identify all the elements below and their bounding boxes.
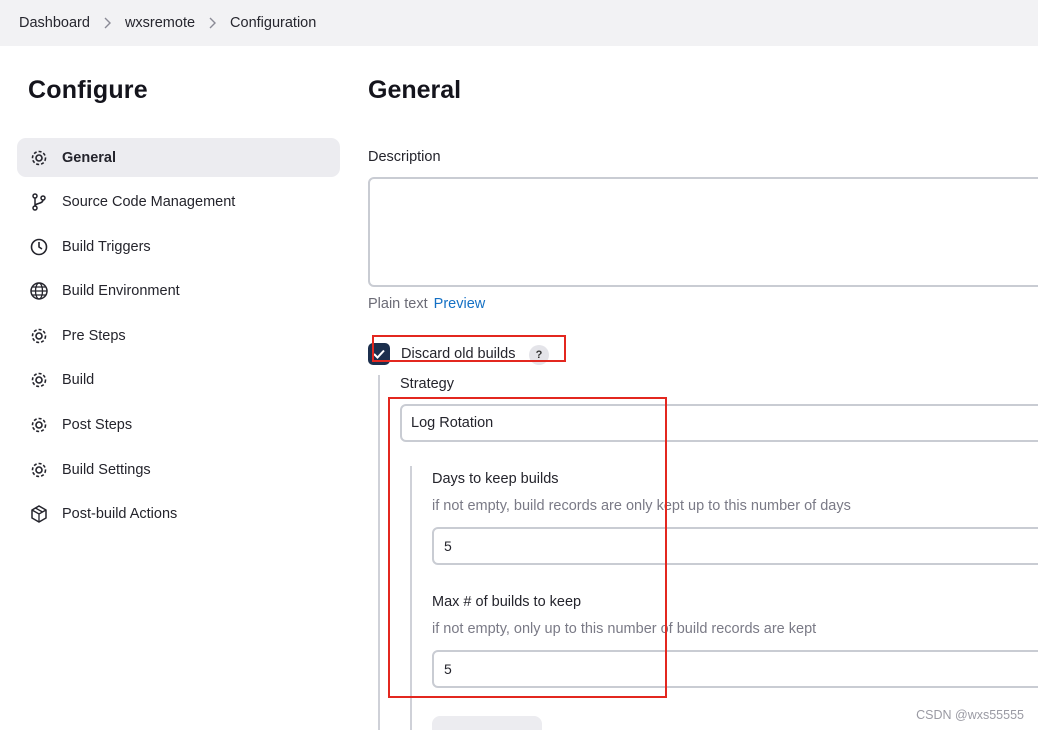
sidebar-item-label: Build Environment: [62, 283, 180, 300]
sidebar-item-label: Post Steps: [62, 417, 133, 434]
section-indent-line: [378, 375, 380, 730]
branch-icon: [29, 192, 49, 212]
gear-icon: [29, 370, 49, 390]
sidebar-item-build[interactable]: Build: [17, 361, 340, 400]
sidebar-item-build-triggers[interactable]: Build Triggers: [17, 227, 340, 266]
strategy-label: Strategy: [400, 376, 454, 392]
chevron-right-icon: [103, 17, 112, 29]
package-icon: [29, 504, 49, 524]
preview-link[interactable]: Preview: [434, 296, 486, 312]
sidebar-item-label: Build Triggers: [62, 238, 151, 255]
plain-text-label: Plain text: [368, 296, 428, 312]
sidebar-item-label: Build: [62, 372, 95, 389]
gear-icon: [29, 460, 49, 480]
sidebar-title: Configure: [28, 76, 148, 104]
sidebar-item-label: General: [62, 149, 116, 166]
sidebar-item-source-code-management[interactable]: Source Code Management: [17, 183, 340, 222]
breadcrumb-dashboard[interactable]: Dashboard: [19, 15, 90, 31]
breadcrumb-project[interactable]: wxsremote: [125, 15, 195, 31]
chevron-right-icon: [208, 17, 217, 29]
sidebar-item-label: Post-build Actions: [62, 506, 178, 523]
page-title: General: [368, 76, 462, 104]
breadcrumb: Dashboard wxsremote Configuration: [0, 0, 1038, 46]
sidebar-item-post-steps[interactable]: Post Steps: [17, 406, 340, 445]
sidebar-item-build-settings[interactable]: Build Settings: [17, 450, 340, 489]
sidebar-item-pre-steps[interactable]: Pre Steps: [17, 316, 340, 355]
sidebar-item-build-environment[interactable]: Build Environment: [17, 272, 340, 311]
sidebar-item-post-build-actions[interactable]: Post-build Actions: [17, 495, 340, 534]
annotation-box-strategy: [388, 397, 667, 698]
breadcrumb-configuration[interactable]: Configuration: [230, 15, 316, 31]
gear-icon: [29, 326, 49, 346]
clock-icon: [29, 237, 49, 257]
gear-icon: [29, 148, 49, 168]
format-indicator: Plain text Preview: [368, 296, 485, 312]
globe-icon: [29, 281, 49, 301]
sidebar-item-label: Build Settings: [62, 461, 151, 478]
description-textarea[interactable]: [368, 177, 1038, 287]
sidebar-item-label: Pre Steps: [62, 327, 126, 344]
sidebar-nav: General Source Code Management Build Tri…: [17, 138, 340, 539]
gear-icon: [29, 415, 49, 435]
advanced-button[interactable]: [432, 716, 542, 730]
sidebar-item-label: Source Code Management: [62, 194, 236, 211]
description-label: Description: [368, 149, 441, 165]
sidebar-item-general[interactable]: General: [17, 138, 340, 177]
annotation-box-discard: [372, 335, 566, 362]
watermark: CSDN @wxs55555: [916, 708, 1024, 722]
